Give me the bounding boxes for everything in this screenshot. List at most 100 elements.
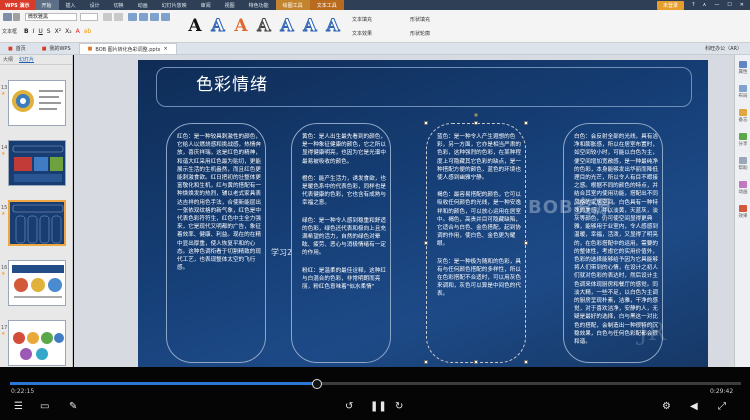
doc-tab-current[interactable]: ■ BOB 图片转化色彩调整.pptx ×: [78, 43, 177, 54]
pptx-icon: ■: [87, 46, 93, 52]
slide-thumbnail-15[interactable]: [8, 200, 66, 246]
sidebar-item-notes[interactable]: 备忘: [737, 109, 749, 123]
increase-font-icon[interactable]: [103, 13, 112, 21]
slide-title[interactable]: 色彩情绪: [196, 70, 268, 95]
text-style-4[interactable]: A: [254, 14, 274, 38]
maximize-icon[interactable]: ☐: [727, 2, 731, 8]
tab-animation[interactable]: 动画: [131, 0, 155, 10]
tab-features[interactable]: 特色功能: [242, 0, 276, 10]
text-style-1[interactable]: A: [185, 14, 205, 38]
resize-handle[interactable]: [424, 360, 428, 364]
sidebar-item-effects[interactable]: 效果: [737, 205, 749, 219]
card-blue-selected[interactable]: 蓝色：是一种令人产生遐想的色彩，另一方面，它亦是相当严肃的色彩，这种强烈的色彩，…: [426, 123, 526, 363]
align-left-icon[interactable]: [128, 13, 137, 21]
tab-home[interactable]: 开始: [34, 0, 59, 10]
ribbon-toolbar: 微软雅黑 文本框 B I U S X² X₂ A ab A A A A A A …: [0, 10, 750, 43]
help-icon[interactable]: ?: [692, 2, 695, 8]
underline-icon[interactable]: U: [38, 28, 42, 35]
slide-thumbnail-16[interactable]: [8, 260, 66, 306]
align-center-icon[interactable]: [139, 13, 148, 21]
tab-view[interactable]: 视图: [218, 0, 242, 10]
close-tab-icon[interactable]: ×: [164, 46, 168, 52]
subscript-icon[interactable]: X₂: [65, 28, 72, 35]
chat-icon[interactable]: ✎: [69, 401, 77, 413]
sidebar-item-animation[interactable]: 动画: [737, 181, 749, 195]
list-icon[interactable]: ☰: [14, 401, 23, 413]
decrease-font-icon[interactable]: [114, 13, 123, 21]
bold-icon[interactable]: B: [24, 28, 29, 35]
notes-icon: [739, 109, 747, 116]
sidebar-item-properties[interactable]: 属性: [737, 61, 749, 75]
sidebar-item-share[interactable]: 分享: [737, 133, 749, 147]
sidebar-item-layout[interactable]: 布局: [737, 85, 749, 99]
rewind-icon[interactable]: ↺: [345, 401, 353, 413]
resize-handle[interactable]: [524, 241, 528, 245]
font-color-icon[interactable]: A: [76, 28, 80, 35]
resize-handle[interactable]: [424, 241, 428, 245]
app-logo[interactable]: WPS 演示: [0, 0, 35, 10]
forward-icon[interactable]: ↻: [395, 401, 403, 413]
tab-transition[interactable]: 切换: [107, 0, 131, 10]
progress-played: [10, 382, 318, 385]
format-painter-icon[interactable]: [13, 13, 20, 21]
slide-thumbnail-13[interactable]: [8, 80, 66, 126]
text-style-6[interactable]: A: [300, 14, 320, 38]
card-orange-text: 橙色：能产生活力，诱发食欲，也是暖色系中的代表色彩，同样也是代表健康的色彩，它也…: [302, 175, 386, 207]
text-style-2[interactable]: A: [208, 14, 228, 38]
slide-thumbnail-14[interactable]: [8, 140, 66, 186]
textbox-button[interactable]: 文本框: [2, 28, 17, 35]
resize-handle[interactable]: [474, 360, 478, 364]
shape-outline-button[interactable]: 形状轮廓: [410, 30, 430, 37]
tab-review[interactable]: 审阅: [194, 0, 218, 10]
login-button[interactable]: 未登录: [656, 0, 684, 10]
align-right-icon[interactable]: [150, 13, 159, 21]
doc-tab-home[interactable]: ■ 首页: [0, 43, 34, 54]
outline-tab[interactable]: 大纲: [3, 56, 13, 63]
highlight-icon[interactable]: ab: [84, 28, 92, 35]
resize-handle[interactable]: [474, 121, 478, 125]
card-red[interactable]: 红色：是一种较具刺激性的颜色，它给人以燃烧感和挑战感，热情奔放，喜庆祥瑞，这是红…: [166, 123, 266, 363]
sidebar-item-help[interactable]: 帮助: [737, 157, 749, 171]
tab-text-tools[interactable]: 文本工具: [309, 0, 344, 10]
paste-icon[interactable]: [3, 13, 12, 21]
watermark: BOB资源: [528, 197, 612, 218]
font-size-select[interactable]: [80, 13, 98, 21]
resize-handle[interactable]: [524, 360, 528, 364]
volume-icon[interactable]: ◀: [690, 401, 698, 413]
justify-icon[interactable]: [161, 13, 170, 21]
tab-insert[interactable]: 插入: [59, 0, 83, 10]
font-name-select[interactable]: 微软雅黑: [25, 13, 77, 21]
settings-icon[interactable]: ⚙: [662, 401, 671, 413]
minimize-icon[interactable]: —: [714, 2, 719, 8]
slides-tab[interactable]: 幻灯片: [19, 56, 34, 63]
shape-fill-button[interactable]: 形状填充: [410, 16, 430, 23]
slide-canvas[interactable]: 色彩情绪 红色：是一种较具刺激性的颜色，它给人以燃烧感和挑战感，热情奔放，喜庆祥…: [138, 60, 708, 367]
close-icon[interactable]: ✕: [740, 2, 744, 8]
card-yellow[interactable]: 黄色：是人出生最先看到的颜色，是一种象征健康的颜色，它之所以显得健康明亮，也因为…: [291, 123, 391, 363]
text-effect-button[interactable]: 文本效果: [352, 30, 372, 37]
fullscreen-icon[interactable]: ⤢: [718, 401, 726, 413]
subtitles-icon[interactable]: ▭: [40, 401, 49, 413]
animation-icon: [739, 181, 747, 188]
text-style-3[interactable]: A: [231, 14, 251, 38]
doc-tab-mywps[interactable]: ■ 我的WPS: [34, 43, 79, 54]
italic-icon[interactable]: I: [33, 28, 35, 35]
resize-handle[interactable]: [424, 121, 428, 125]
text-fill-button[interactable]: 文本填充: [352, 16, 372, 23]
strikethrough-icon[interactable]: S: [47, 28, 51, 35]
office-account[interactable]: 科旺办公（AR）: [705, 45, 750, 52]
effects-icon: [739, 205, 747, 212]
resize-handle[interactable]: [524, 121, 528, 125]
text-style-5[interactable]: A: [277, 14, 297, 38]
progress-track[interactable]: [10, 382, 741, 385]
tab-design[interactable]: 设计: [83, 0, 107, 10]
text-style-7[interactable]: A: [323, 14, 343, 38]
collapse-ribbon-icon[interactable]: ∧: [703, 2, 707, 8]
tab-drawing-tools[interactable]: 绘图工具: [275, 0, 310, 10]
progress-knob[interactable]: [312, 379, 323, 389]
pause-icon[interactable]: ❚❚: [370, 401, 387, 413]
superscript-icon[interactable]: X²: [55, 28, 62, 35]
slide-thumbnail-17[interactable]: [8, 320, 66, 366]
tab-slideshow[interactable]: 幻灯片放映: [155, 0, 194, 10]
rotate-handle[interactable]: [474, 113, 478, 117]
